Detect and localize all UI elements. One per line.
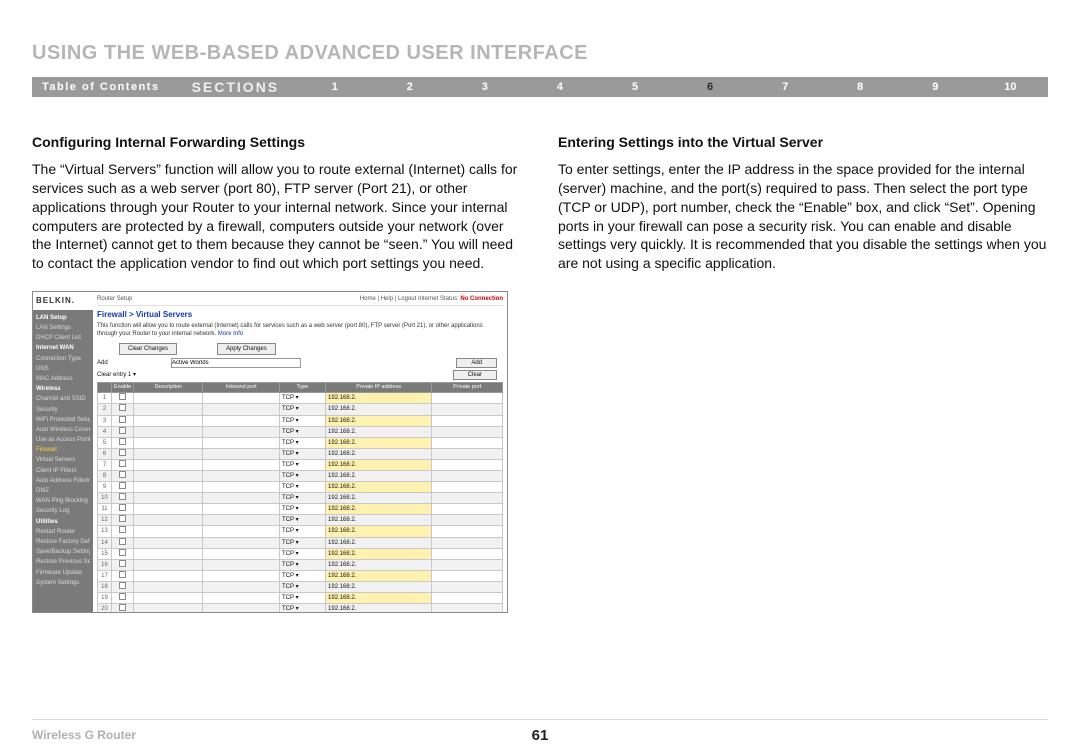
nav-2[interactable]: 2 (372, 81, 447, 93)
nav-10[interactable]: 10 (973, 81, 1048, 93)
clear-button[interactable]: Clear (453, 370, 497, 380)
virtual-servers-table: EnableDescriptionInbound portTypePrivate… (97, 382, 503, 613)
nav-3[interactable]: 3 (447, 81, 522, 93)
nav-9[interactable]: 9 (898, 81, 973, 93)
ss-sidebar: BELKIN. LAN Setup LAN Settings DHCP Clie… (33, 292, 93, 612)
clear-changes-button[interactable]: Clear Changes (119, 343, 177, 355)
right-body: To enter settings, enter the IP address … (558, 160, 1048, 273)
nav-8[interactable]: 8 (823, 81, 898, 93)
apply-changes-button[interactable]: Apply Changes (217, 343, 276, 355)
toc-link[interactable]: Table of Contents (32, 81, 170, 93)
ss-main: Router Setup Home | Help | Logout Intern… (93, 292, 507, 612)
right-column: Entering Settings into the Virtual Serve… (558, 133, 1048, 613)
footer-left: Wireless G Router (32, 728, 136, 742)
right-heading: Entering Settings into the Virtual Serve… (558, 133, 1048, 152)
add-button[interactable]: Add (456, 358, 497, 368)
nav-7[interactable]: 7 (748, 81, 823, 93)
footer-divider (32, 719, 1048, 720)
ss-heading: Firewall > Virtual Servers (97, 310, 503, 321)
more-info-link[interactable]: More Info (218, 331, 243, 337)
ss-setup-label: Router Setup (97, 295, 132, 303)
nav-4[interactable]: 4 (522, 81, 597, 93)
sections-label: SECTIONS (170, 79, 298, 95)
sidebar-item-firewall: Firewall (36, 445, 90, 455)
nav-5[interactable]: 5 (597, 81, 672, 93)
left-column: Configuring Internal Forwarding Settings… (32, 133, 522, 613)
nav-6[interactable]: 6 (673, 81, 748, 93)
router-screenshot: BELKIN. LAN Setup LAN Settings DHCP Clie… (32, 291, 508, 613)
page-number: 61 (532, 727, 549, 744)
nav-1[interactable]: 1 (297, 81, 372, 93)
page-title: USING THE WEB-BASED ADVANCED USER INTERF… (32, 42, 1048, 65)
add-select[interactable] (171, 358, 301, 368)
left-body: The “Virtual Servers” function will allo… (32, 160, 522, 273)
left-heading: Configuring Internal Forwarding Settings (32, 133, 522, 152)
brand-logo: BELKIN. (33, 292, 93, 310)
section-navbar: Table of Contents SECTIONS 1 2 3 4 5 6 7… (32, 77, 1048, 97)
